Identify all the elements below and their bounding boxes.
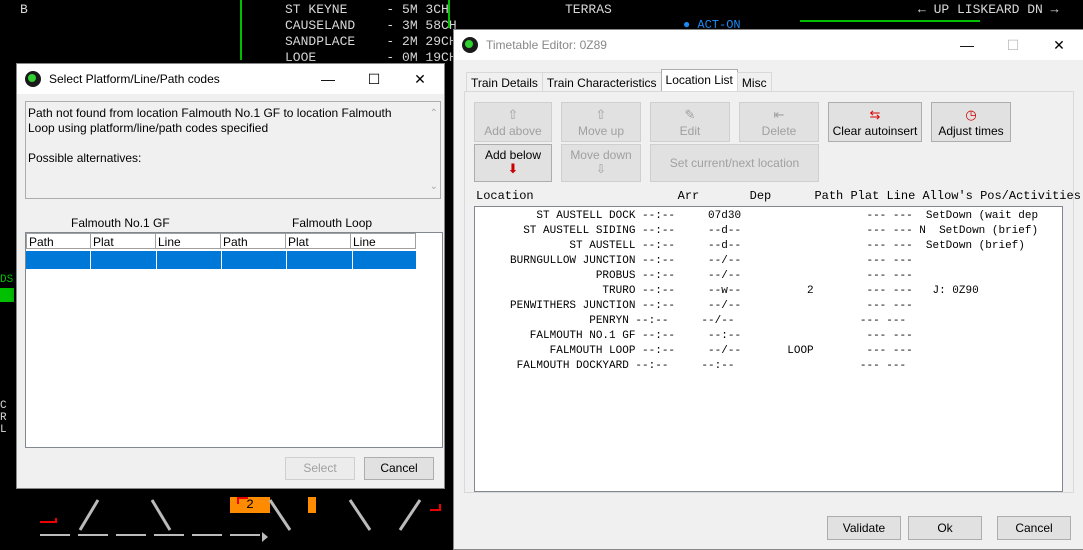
delete-icon: ⇤ [773, 107, 785, 122]
track-diagram [40, 497, 441, 542]
cancel-button[interactable]: Cancel [364, 457, 434, 480]
grid-header: Path Plat Line Path Plat Line [26, 233, 416, 249]
col-plat-1: Plat [91, 233, 156, 249]
add-above-button[interactable]: ⇧ Add above [474, 102, 552, 142]
message-line-2: Loop using platform/line/path codes spec… [28, 121, 269, 135]
list-item[interactable]: FALMOUTH LOOP --:-- --/-- LOOP --- --- [477, 344, 913, 359]
signal-line-2 [448, 0, 450, 28]
close-icon[interactable]: ✕ [1036, 30, 1082, 60]
edit-button[interactable]: ✎ Edit [650, 102, 730, 142]
delete-button[interactable]: ⇤ Delete [739, 102, 819, 142]
clock-icon: ◷ [965, 107, 977, 122]
station-line-3: SANDPLACE - 2M 29CH [285, 34, 457, 49]
col-path-2: Path [221, 233, 286, 249]
up-liskeard-label: ← UP LISKEARD DN → [918, 2, 1059, 17]
app-icon [25, 71, 41, 87]
ds-block [0, 288, 14, 302]
minimize-icon[interactable]: — [305, 64, 351, 94]
select-codes-dialog: Select Platform/Line/Path codes — ☐ ✕ Pa… [16, 63, 445, 489]
message-box: Path not found from location Falmouth No… [25, 101, 441, 199]
ok-button[interactable]: Ok [908, 516, 982, 540]
close-icon[interactable]: ✕ [397, 64, 443, 94]
signal-line-1 [240, 0, 242, 60]
move-up-button[interactable]: ⇧ Move up [561, 102, 641, 142]
select-dialog-title: Select Platform/Line/Path codes [49, 72, 220, 86]
app-icon [462, 37, 478, 53]
terras-label: TERRAS [565, 2, 612, 17]
arrow-down-icon: ⬇ [507, 161, 519, 176]
from-location-label: Falmouth No.1 GF [71, 216, 170, 230]
select-button[interactable]: Select [285, 457, 355, 480]
list-item[interactable]: PENRYN --:-- --/-- --- --- [477, 314, 906, 329]
location-list[interactable]: ST AUSTELL DOCK --:-- 07d30 --- --- SetD… [474, 206, 1063, 492]
arrow-up-icon: ⇧ [507, 107, 519, 122]
list-item[interactable]: PENWITHERS JUNCTION --:-- --/-- --- --- [477, 299, 913, 314]
edit-icon: ✎ [684, 107, 696, 122]
tab-train-details[interactable]: Train Details [466, 72, 543, 93]
timetable-editor-window: Timetable Editor: 0Z89 — ☐ ✕ Train Detai… [453, 29, 1083, 550]
station-line-2: CAUSELAND - 3M 58CH [285, 18, 457, 33]
message-line-1: Path not found from location Falmouth No… [28, 106, 392, 120]
minimize-icon[interactable]: — [944, 30, 990, 60]
timetable-titlebar: Timetable Editor: 0Z89 — ☐ ✕ [454, 30, 1083, 60]
list-item[interactable]: ST AUSTELL DOCK --:-- 07d30 --- --- SetD… [477, 209, 1038, 224]
tab-location-list[interactable]: Location List [660, 69, 738, 93]
list-item[interactable]: BURNGULLOW JUNCTION --:-- --/-- --- --- [477, 254, 913, 269]
list-item[interactable]: PROBUS --:-- --/-- --- --- [477, 269, 913, 284]
validate-button[interactable]: Validate [827, 516, 901, 540]
timetable-cancel-button[interactable]: Cancel [997, 516, 1071, 540]
col-line-1: Line [156, 233, 221, 249]
list-item[interactable]: ST AUSTELL --:-- --d-- --- --- SetDown (… [477, 239, 1024, 254]
col-path-1: Path [26, 233, 91, 249]
left-letters: C R L [0, 400, 7, 436]
location-list-header: Location Arr Dep Path Plat Line Allow's … [476, 189, 1081, 203]
select-dialog-titlebar: Select Platform/Line/Path codes — ☐ ✕ [17, 64, 444, 94]
to-location-label: Falmouth Loop [292, 216, 373, 230]
b-label: B [20, 2, 28, 17]
move-down-icon: ⇩ [595, 162, 607, 176]
tab-train-characteristics[interactable]: Train Characteristics [541, 72, 662, 93]
clear-autoinsert-button[interactable]: ⇆ Clear autoinsert [828, 102, 922, 142]
selected-row[interactable] [26, 251, 416, 269]
alternatives-grid[interactable]: Path Plat Line Path Plat Line [25, 232, 443, 448]
move-down-button[interactable]: Move down ⇩ [561, 144, 641, 182]
col-plat-2: Plat [286, 233, 351, 249]
clear-autoinsert-icon: ⇆ [869, 107, 881, 122]
tab-misc[interactable]: Misc [736, 72, 772, 93]
set-current-next-button[interactable]: Set current/next location [650, 144, 819, 182]
message-line-3: Possible alternatives: [28, 151, 142, 165]
list-item[interactable]: FALMOUTH DOCKYARD --:-- --:-- --- --- [477, 359, 906, 374]
list-item[interactable]: ST AUSTELL SIDING --:-- --d-- --- --- N … [477, 224, 1038, 239]
maximize-icon[interactable]: ☐ [351, 64, 397, 94]
list-item[interactable]: FALMOUTH NO.1 GF --:-- --:-- --- --- [477, 329, 913, 344]
ds-label: DS [0, 274, 14, 286]
scroll-down-icon[interactable]: ⌄ [430, 179, 438, 194]
tab-bar: Train Details Train Characteristics Loca… [466, 69, 772, 93]
scroll-up-icon[interactable]: ⌃ [430, 106, 438, 121]
maximize-icon[interactable]: ☐ [990, 30, 1036, 60]
adjust-times-button[interactable]: ◷ Adjust times [931, 102, 1011, 142]
timetable-title: Timetable Editor: 0Z89 [486, 38, 607, 52]
col-line-2: Line [351, 233, 416, 249]
move-up-icon: ⇧ [595, 107, 607, 122]
add-below-button[interactable]: Add below ⬇ [474, 144, 552, 182]
station-line-1: ST KEYNE - 5M 3CH [285, 2, 449, 17]
signal-line-3 [800, 20, 980, 22]
list-item[interactable]: TRURO --:-- --w-- 2 --- --- J: 0Z90 [477, 284, 978, 299]
